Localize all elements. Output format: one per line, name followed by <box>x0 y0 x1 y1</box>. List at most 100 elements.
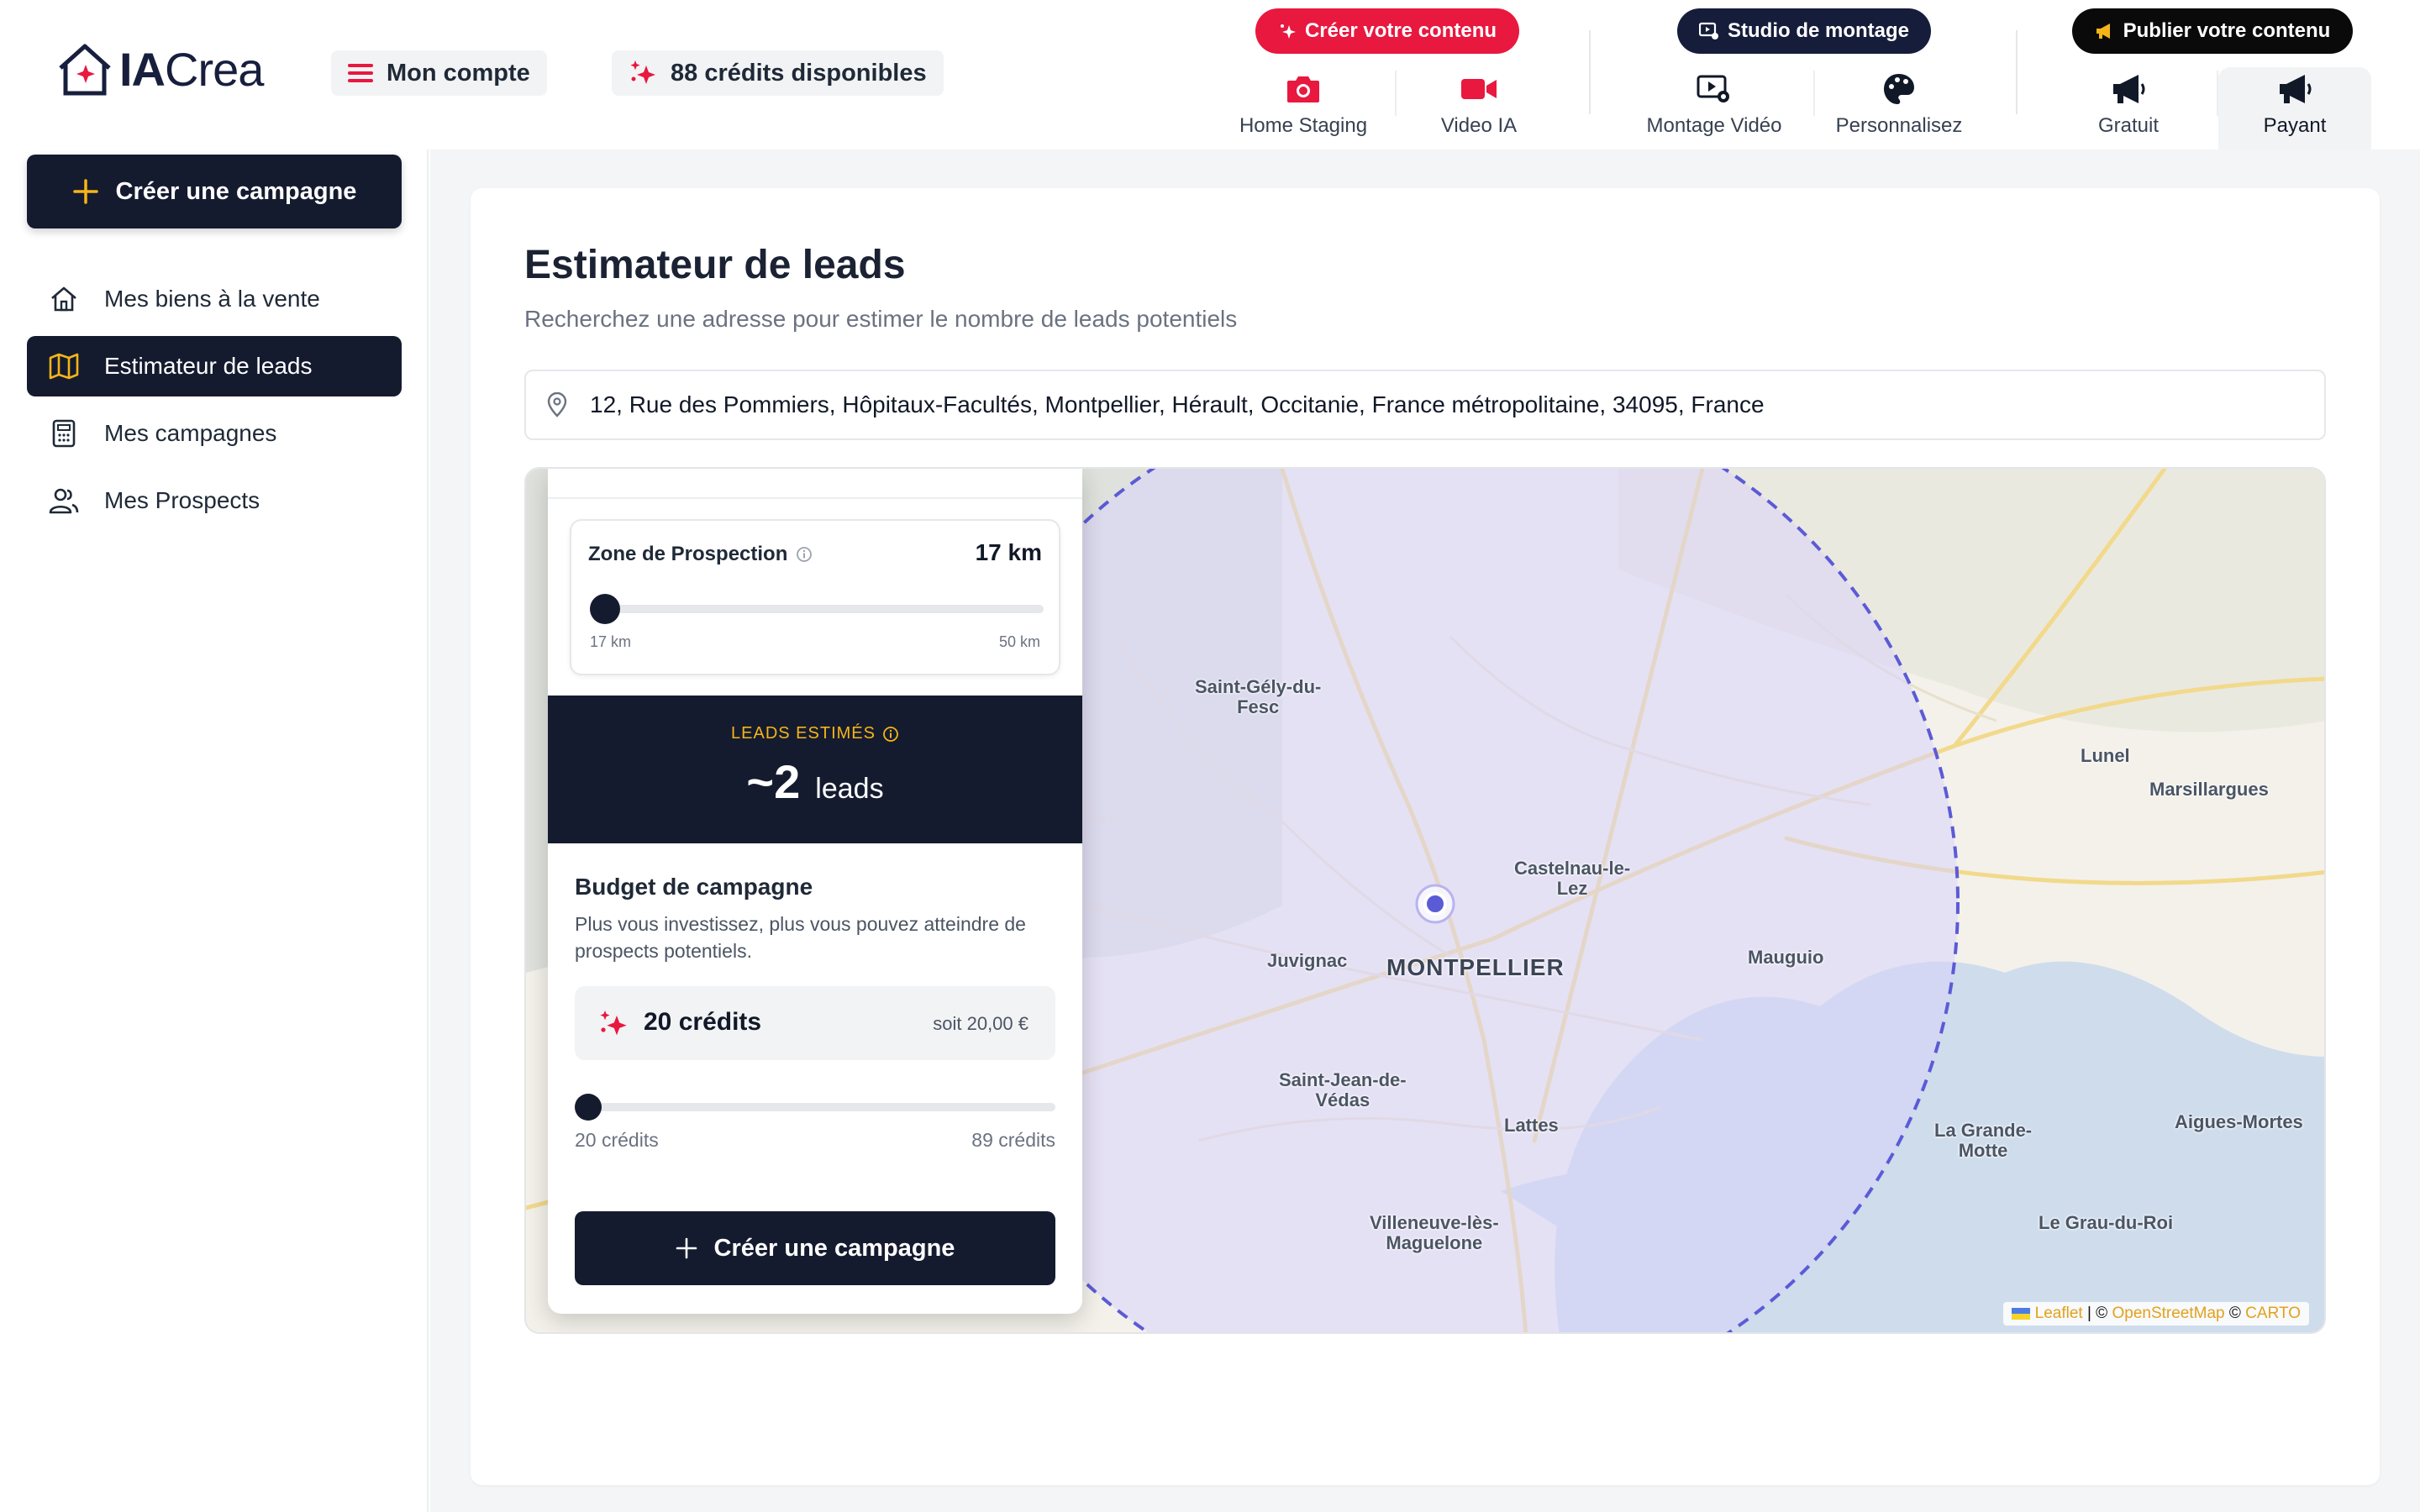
nav-label: Home Staging <box>1239 114 1368 137</box>
map-label-aigues-mortes: Aigues-Mortes <box>2175 1111 2303 1132</box>
nav-label: Personnalisez <box>1835 114 1963 137</box>
nav-label: Payant <box>2263 114 2327 137</box>
nav-video-ia[interactable]: Video IA <box>1412 67 1546 150</box>
leads-label: LEADS ESTIMÉS <box>548 724 1082 743</box>
sidebar-item-label: Mes campagnes <box>104 420 277 446</box>
sidebar-item-label: Estimateur de leads <box>104 353 313 379</box>
nav-label: Montage Vidéo <box>1646 114 1782 137</box>
zone-max-label: 50 km <box>998 633 1040 650</box>
map-label-la-grande-motte: La Grande- Motte <box>1934 1120 2033 1161</box>
credits-amount: 20 crédits <box>644 1008 762 1036</box>
zone-value: 17 km <box>975 539 1042 565</box>
leads-label-text: LEADS ESTIMÉS <box>731 724 876 743</box>
sparkle-icon <box>1278 22 1297 40</box>
zone-slider-thumb[interactable] <box>590 594 620 624</box>
video-edit-icon <box>1697 71 1732 108</box>
attribution-separator: | © <box>2082 1305 2112 1322</box>
zone-prospection-card: Zone de Prospection 17 km 17 km 50 km <box>570 519 1060 675</box>
map-attribution: Leaflet | © OpenStreetMap © CARTO <box>2002 1302 2309 1326</box>
plus-icon <box>72 178 99 205</box>
nav-payant[interactable]: Payant <box>2218 67 2371 150</box>
nav-gratuit[interactable]: Gratuit <box>2050 67 2207 150</box>
sidebar-item-label: Mes biens à la vente <box>104 286 320 312</box>
map-label-juvignac: Juvignac <box>1267 950 1348 971</box>
nav-home-staging[interactable]: Home Staging <box>1227 67 1380 150</box>
nav-personnalisez[interactable]: Personnalisez <box>1823 67 1975 150</box>
home-icon <box>49 284 79 314</box>
location-pin-icon <box>546 392 568 417</box>
zone-slider-track[interactable] <box>590 605 1044 613</box>
leaflet-link[interactable]: Leaflet <box>2035 1305 2083 1323</box>
sparkle-icon <box>629 59 657 87</box>
info-icon[interactable] <box>882 726 899 743</box>
megaphone-icon <box>2095 22 2115 40</box>
flag-icon <box>2011 1308 2030 1320</box>
zone-title: Zone de Prospection <box>588 543 813 566</box>
map-icon <box>49 351 79 381</box>
create-campaign-label: Créer une campagne <box>713 1234 955 1262</box>
publish-content-label: Publier votre contenu <box>2123 19 2331 42</box>
zone-title-label: Zone de Prospection <box>588 543 788 565</box>
sidebar-item-label: Mes Prospects <box>104 487 260 513</box>
nav-label: Gratuit <box>2097 114 2160 137</box>
info-icon[interactable] <box>796 546 813 563</box>
map-label-mauguio: Mauguio <box>1748 947 1824 968</box>
credits-label: 88 crédits disponibles <box>671 59 927 87</box>
sidebar-item-prospects[interactable]: Mes Prospects <box>27 470 402 531</box>
calculator-icon <box>49 418 79 449</box>
video-edit-icon <box>1699 22 1719 40</box>
sidebar-create-campaign-button[interactable]: Créer une campagne <box>27 155 402 228</box>
map-label-lattes: Lattes <box>1504 1115 1559 1136</box>
map-label-castelnau: Castelnau-le- Lez <box>1514 858 1631 899</box>
sidebar: Créer une campagne Mes biens à la vente … <box>0 150 429 1512</box>
credits-eur: soit 20,00 € <box>933 1013 1028 1034</box>
estimator-panel: Zone de Prospection 17 km 17 km 50 km LE… <box>548 469 1082 1314</box>
sidebar-item-estimateur[interactable]: Estimateur de leads <box>27 336 402 396</box>
house-logo-icon <box>59 44 111 96</box>
video-camera-icon <box>1460 71 1498 108</box>
nav-group-divider <box>2016 30 2018 114</box>
panel-create-campaign-button[interactable]: Créer une campagne <box>575 1211 1055 1285</box>
budget-description: Plus vous investissez, plus vous pouvez … <box>575 913 1026 962</box>
brand-logo[interactable]: IACrea <box>55 37 264 101</box>
address-search-input[interactable]: 12, Rue des Pommiers, Hôpitaux-Facultés,… <box>524 370 2326 440</box>
credits-badge[interactable]: 88 crédits disponibles <box>612 50 944 96</box>
nav-label: Video IA <box>1440 114 1518 137</box>
nav-montage-video[interactable]: Montage Vidéo <box>1630 67 1798 150</box>
budget-max-label: 89 crédits <box>971 1129 1055 1151</box>
attribution-separator: © <box>2224 1305 2246 1322</box>
megaphone-icon <box>2276 71 2313 108</box>
map-label-grau-du-roi: Le Grau-du-Roi <box>2039 1212 2174 1233</box>
map-label-lunel: Lunel <box>2081 745 2130 766</box>
studio-montage-button[interactable]: Studio de montage <box>1677 8 1931 54</box>
create-content-button[interactable]: Créer votre contenu <box>1255 8 1519 54</box>
panel-top-divider <box>548 469 1082 499</box>
nav-item-divider <box>1813 71 1815 116</box>
leads-number: ~2 <box>746 755 801 808</box>
sidebar-item-biens[interactable]: Mes biens à la vente <box>27 269 402 329</box>
sidebar-item-campagnes[interactable]: Mes campagnes <box>27 403 402 464</box>
map-view[interactable]: Saint-Gély-du- Fesc Castelnau-le- Lez Ju… <box>524 467 2326 1334</box>
create-campaign-label: Créer une campagne <box>115 177 357 205</box>
osm-link[interactable]: OpenStreetMap <box>2112 1305 2224 1323</box>
map-label-saint-jean: Saint-Jean-de- Védas <box>1279 1069 1407 1110</box>
page-title: Estimateur de leads <box>524 243 906 287</box>
camera-icon <box>1286 71 1321 108</box>
page-subtitle: Recherchez une adresse pour estimer le n… <box>524 306 1238 332</box>
budget-slider-track[interactable] <box>575 1103 1055 1111</box>
budget-slider-thumb[interactable] <box>575 1094 602 1121</box>
palette-icon <box>1882 71 1916 108</box>
top-header: IACrea Mon compte 88 crédits disponibles… <box>0 0 2420 150</box>
map-label-villeneuve: Villeneuve-lès- Maguelone <box>1370 1212 1499 1253</box>
studio-montage-label: Studio de montage <box>1728 19 1909 42</box>
address-value: 12, Rue des Pommiers, Hôpitaux-Facultés,… <box>590 391 1765 417</box>
zone-min-label: 17 km <box>590 633 632 650</box>
main-area: Estimateur de leads Recherchez une adres… <box>430 150 2420 1512</box>
publish-content-button[interactable]: Publier votre contenu <box>2072 8 2353 54</box>
leads-unit: leads <box>815 773 884 805</box>
account-menu-button[interactable]: Mon compte <box>331 50 547 96</box>
credit-amount-box: 20 crédits soit 20,00 € <box>575 986 1055 1060</box>
create-content-label: Créer votre contenu <box>1304 19 1497 42</box>
carto-link[interactable]: CARTO <box>2245 1305 2301 1323</box>
budget-title: Budget de campagne <box>575 874 813 900</box>
